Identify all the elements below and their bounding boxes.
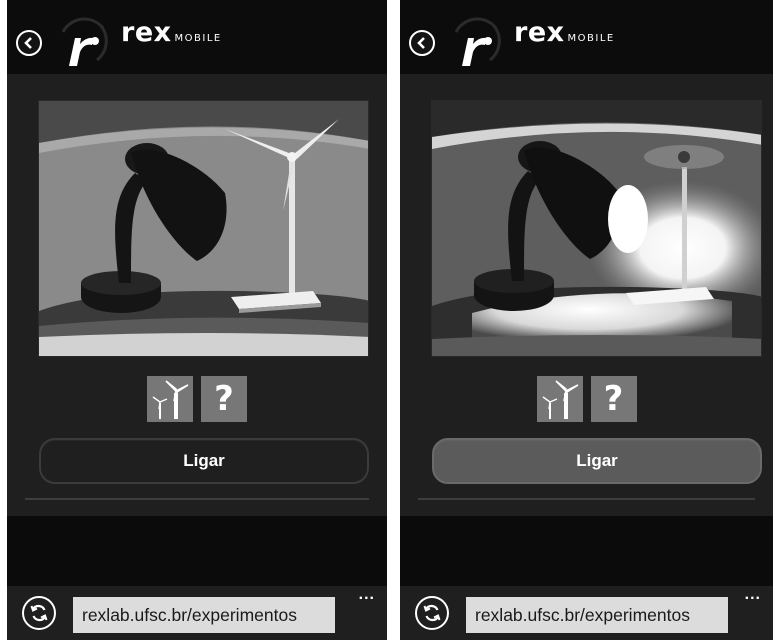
browser-address-bar: rexlab.ufsc.br/experimentos ... bbox=[400, 586, 773, 640]
empty-area bbox=[400, 516, 773, 586]
refresh-button[interactable] bbox=[415, 596, 449, 630]
more-options-button[interactable]: ... bbox=[745, 586, 761, 604]
ligar-button[interactable]: Ligar bbox=[432, 438, 762, 484]
phone-screen-lamp-on: rex MOBILE ? Ligar rexlab.ufsc.br/experi… bbox=[400, 0, 773, 640]
wind-turbine-tile[interactable] bbox=[147, 376, 193, 422]
experiment-panel: ? Ligar bbox=[400, 74, 773, 516]
phone-screen-lamp-off: rex MOBILE ? Ligar rexlab.ufsc.br/experi… bbox=[7, 0, 387, 640]
camera-feed-lamp-off bbox=[38, 100, 369, 357]
brand-logo: rex MOBILE bbox=[121, 18, 222, 48]
refresh-icon bbox=[423, 604, 441, 622]
more-options-button[interactable]: ... bbox=[359, 586, 375, 604]
app-header: rex MOBILE bbox=[7, 0, 387, 74]
help-button[interactable]: ? bbox=[590, 376, 637, 422]
ligar-button[interactable]: Ligar bbox=[39, 438, 369, 484]
back-arrow-icon bbox=[24, 37, 32, 49]
app-header: rex MOBILE bbox=[400, 0, 773, 74]
brand-logo: rex MOBILE bbox=[514, 18, 615, 48]
divider bbox=[418, 498, 755, 500]
back-arrow-icon bbox=[417, 37, 425, 49]
help-button[interactable]: ? bbox=[201, 376, 247, 422]
url-field[interactable]: rexlab.ufsc.br/experimentos bbox=[73, 597, 335, 633]
back-button[interactable] bbox=[409, 30, 435, 56]
tool-icons: ? bbox=[7, 376, 387, 424]
help-icon: ? bbox=[214, 379, 234, 419]
refresh-button[interactable] bbox=[22, 596, 56, 630]
url-field[interactable]: rexlab.ufsc.br/experimentos bbox=[466, 597, 728, 633]
brand-main-text: rex bbox=[514, 17, 565, 48]
experiment-panel: ? Ligar bbox=[7, 74, 387, 516]
brand-main-text: rex bbox=[121, 17, 172, 48]
tool-icons: ? bbox=[400, 376, 773, 424]
back-button[interactable] bbox=[16, 30, 42, 56]
wind-turbine-tile[interactable] bbox=[536, 376, 583, 422]
empty-area bbox=[7, 516, 387, 586]
brand-sub-text: MOBILE bbox=[567, 33, 615, 44]
rex-logo-icon bbox=[57, 10, 109, 70]
divider bbox=[25, 498, 369, 500]
brand-sub-text: MOBILE bbox=[174, 33, 222, 44]
help-icon: ? bbox=[603, 379, 624, 419]
rex-logo-icon bbox=[450, 10, 502, 70]
refresh-icon bbox=[30, 604, 48, 622]
camera-feed-lamp-on bbox=[431, 100, 762, 357]
wind-turbine-icon bbox=[152, 380, 189, 419]
browser-address-bar: rexlab.ufsc.br/experimentos ... bbox=[7, 586, 387, 640]
wind-turbine-icon bbox=[542, 380, 578, 419]
